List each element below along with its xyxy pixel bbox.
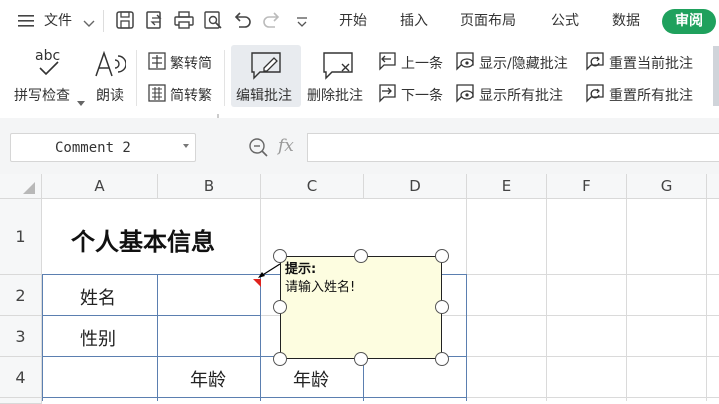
traditional-to-simplified-icon[interactable]: [147, 51, 167, 71]
cell-a2[interactable]: 姓名: [80, 284, 116, 310]
comment-body: 请输入姓名!: [285, 280, 356, 295]
cell-b4[interactable]: 年龄: [190, 366, 226, 392]
more-chevron-icon[interactable]: [296, 14, 308, 33]
row-header-5[interactable]: [0, 398, 42, 404]
column-header-c[interactable]: C: [261, 174, 364, 199]
redo-icon[interactable]: [261, 9, 283, 31]
gridline: [546, 199, 547, 401]
undo-icon[interactable]: [231, 9, 253, 31]
reset-all-comments-icon[interactable]: [584, 83, 606, 103]
tab-page-layout[interactable]: 页面布局: [460, 10, 516, 30]
print-preview-icon[interactable]: [202, 9, 224, 31]
divider: [136, 50, 137, 106]
row-header-1[interactable]: 1: [0, 199, 42, 275]
delete-comment-button[interactable]: 删除批注: [307, 85, 363, 105]
chevron-down-icon[interactable]: [83, 14, 95, 33]
save-icon[interactable]: [114, 9, 136, 31]
hamburger-icon[interactable]: [18, 13, 36, 29]
reset-all-comments-button[interactable]: 重置所有批注: [609, 85, 693, 105]
read-aloud-icon[interactable]: [94, 49, 127, 79]
column-header-b[interactable]: B: [158, 174, 261, 199]
row-header-2[interactable]: 2: [0, 275, 42, 316]
column-header-d[interactable]: D: [364, 174, 467, 199]
spellcheck-icon[interactable]: abc: [34, 48, 66, 78]
select-all-corner[interactable]: [0, 174, 42, 199]
edit-comment-icon[interactable]: [250, 50, 282, 80]
ribbon-scroll-edge: [713, 46, 719, 106]
read-aloud-button[interactable]: 朗读: [96, 85, 124, 105]
row-header-3[interactable]: 3: [0, 316, 42, 357]
name-box-value: Comment 2: [55, 140, 131, 156]
traditional-to-simplified-button[interactable]: 繁转简: [170, 53, 212, 73]
row-header-4[interactable]: 4: [0, 357, 42, 398]
tab-formulas[interactable]: 公式: [551, 10, 579, 30]
menu-bar: 文件 开始 插入 页面布局 公式 数据 审阅: [0, 0, 719, 42]
spellcheck-dropdown-icon[interactable]: [77, 91, 85, 110]
name-box[interactable]: Comment 2: [10, 133, 196, 162]
simplified-to-traditional-button[interactable]: 简转繁: [170, 85, 212, 105]
resize-handle-top-left[interactable]: [273, 249, 287, 263]
print-icon[interactable]: [173, 9, 195, 31]
tab-home[interactable]: 开始: [339, 10, 367, 30]
file-menu[interactable]: 文件: [44, 10, 72, 30]
show-hide-comment-icon[interactable]: [454, 51, 476, 71]
tab-data[interactable]: 数据: [612, 10, 640, 30]
delete-comment-icon[interactable]: [322, 50, 354, 80]
column-header-f[interactable]: F: [547, 174, 627, 199]
resize-handle-top-right[interactable]: [435, 249, 449, 263]
divider: [103, 10, 104, 32]
previous-comment-icon[interactable]: [377, 51, 397, 71]
column-header-h[interactable]: [707, 174, 719, 199]
tab-insert[interactable]: 插入: [400, 10, 428, 30]
resize-handle-top[interactable]: [354, 249, 368, 263]
comment-title: 提示:: [285, 262, 317, 277]
zoom-formula-icon[interactable]: [248, 137, 268, 157]
divider: [224, 50, 225, 106]
reset-current-comment-button[interactable]: 重置当前批注: [609, 53, 693, 73]
tab-review[interactable]: 审阅: [662, 9, 716, 34]
table-border: [42, 397, 467, 398]
cell-c4[interactable]: 年龄: [293, 366, 329, 392]
table-border: [466, 274, 467, 401]
resize-handle-right[interactable]: [435, 300, 449, 314]
table-border: [157, 274, 158, 401]
gridline: [706, 199, 707, 401]
reset-current-comment-icon[interactable]: [584, 51, 606, 71]
resize-handle-bottom[interactable]: [354, 352, 368, 366]
spellcheck-button[interactable]: 拼写检查: [14, 85, 70, 105]
column-header-a[interactable]: A: [42, 174, 158, 199]
edit-comment-button[interactable]: 编辑批注: [236, 85, 292, 105]
next-comment-button[interactable]: 下一条: [401, 85, 443, 105]
table-border: [42, 274, 43, 401]
comment-connector: [256, 262, 282, 284]
column-header-e[interactable]: E: [467, 174, 547, 199]
show-all-comments-button[interactable]: 显示所有批注: [479, 85, 563, 105]
table-border: [42, 315, 261, 316]
formula-input[interactable]: [307, 133, 719, 162]
resize-handle-bottom-left[interactable]: [273, 352, 287, 366]
cell-a1-title[interactable]: 个人基本信息: [71, 222, 215, 257]
show-hide-comment-button[interactable]: 显示/隐藏批注: [479, 53, 568, 73]
show-all-comments-icon[interactable]: [454, 83, 476, 103]
previous-comment-button[interactable]: 上一条: [401, 53, 443, 73]
cell-a3[interactable]: 性别: [80, 325, 116, 351]
gridline: [626, 199, 627, 401]
table-border: [260, 274, 261, 401]
simplified-to-traditional-icon[interactable]: [147, 83, 167, 103]
function-icon[interactable]: fx: [278, 136, 294, 156]
resize-handle-bottom-right[interactable]: [435, 352, 449, 366]
name-box-dropdown-icon[interactable]: [183, 144, 189, 148]
next-comment-icon[interactable]: [377, 83, 397, 103]
resize-handle-left[interactable]: [273, 300, 287, 314]
column-header-g[interactable]: G: [627, 174, 707, 199]
export-pdf-icon[interactable]: [144, 9, 166, 31]
